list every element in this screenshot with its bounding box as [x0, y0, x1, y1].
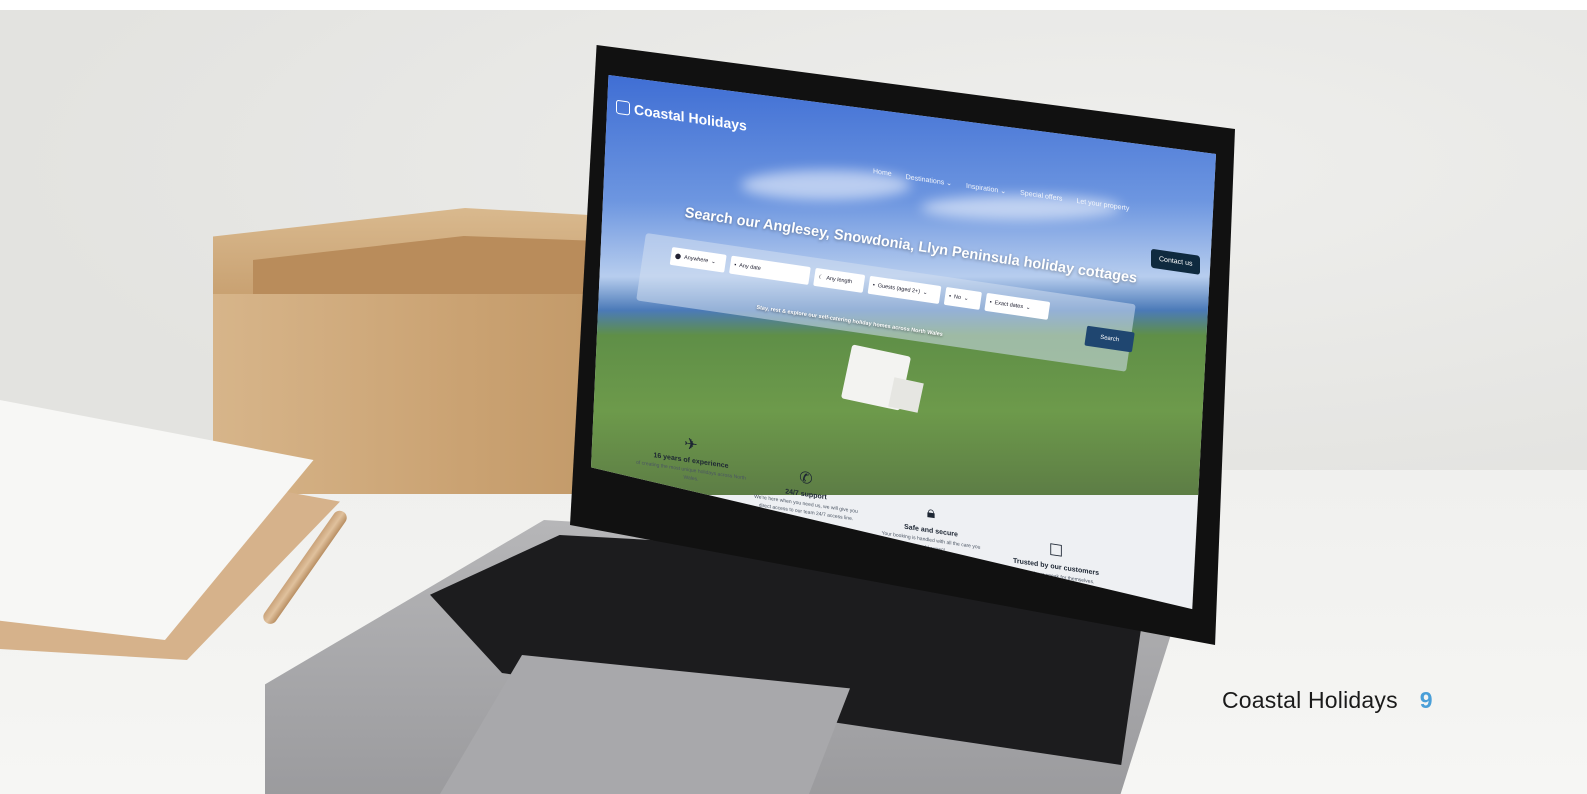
nav-inspiration[interactable]: Inspiration ⌄: [966, 182, 1006, 196]
cottage: [888, 377, 924, 413]
guests-value: Guests (aged 2+): [877, 283, 921, 296]
guests-icon: ▪: [872, 282, 876, 289]
page-number: 9: [1419, 687, 1433, 713]
length-value: Any length: [825, 275, 853, 286]
guests-select[interactable]: ▪ Guests (aged 2+) ⌄: [867, 275, 942, 305]
chevron-down-icon: ⌄: [1025, 304, 1031, 312]
nav-home[interactable]: Home: [873, 168, 892, 179]
chevron-down-icon: ⌄: [922, 289, 928, 297]
search-button[interactable]: Search: [1084, 325, 1135, 353]
flexibility-select[interactable]: ▪ Exact dates ⌄: [984, 292, 1051, 320]
length-select[interactable]: ☾ Any length: [813, 267, 866, 293]
nav-let-your-property[interactable]: Let your property: [1076, 198, 1129, 214]
logo-icon: [616, 99, 630, 116]
flexibility-value: Exact dates: [994, 300, 1024, 311]
location-value: Anywhere: [683, 254, 709, 265]
notebook: [0, 400, 340, 670]
location-select[interactable]: ⬤ Anywhere ⌄: [669, 246, 727, 273]
nav-destinations[interactable]: Destinations ⌄: [906, 173, 952, 188]
chevron-down-icon: ⌄: [963, 295, 969, 303]
pets-value: No: [953, 294, 962, 302]
contact-button[interactable]: Contact us: [1151, 248, 1201, 275]
chevron-down-icon: ⌄: [710, 258, 717, 266]
date-value: Any date: [738, 262, 762, 272]
pets-select[interactable]: ▪ No ⌄: [943, 286, 982, 310]
pet-icon: ▪: [948, 293, 952, 300]
caption-brand: Coastal Holidays: [1222, 687, 1398, 713]
location-pin-icon: ⬤: [674, 253, 682, 261]
date-input[interactable]: ▪ Any date: [729, 255, 811, 285]
calendar-icon: ▪: [989, 299, 992, 306]
top-strip: [0, 0, 1587, 10]
feature-experience: ✈ 16 years of experience of creating the…: [636, 427, 746, 491]
site-logo[interactable]: Coastal Holidays: [616, 99, 747, 134]
page-caption: Coastal Holidays 9: [1222, 687, 1433, 714]
calendar-icon: ▪: [733, 262, 737, 269]
main-nav: Home Destinations ⌄ Inspiration ⌄ Specia…: [873, 168, 1129, 213]
logo-text: Coastal Holidays: [634, 101, 747, 134]
moon-icon: ☾: [817, 274, 824, 282]
nav-special-offers[interactable]: Special offers: [1020, 190, 1062, 204]
